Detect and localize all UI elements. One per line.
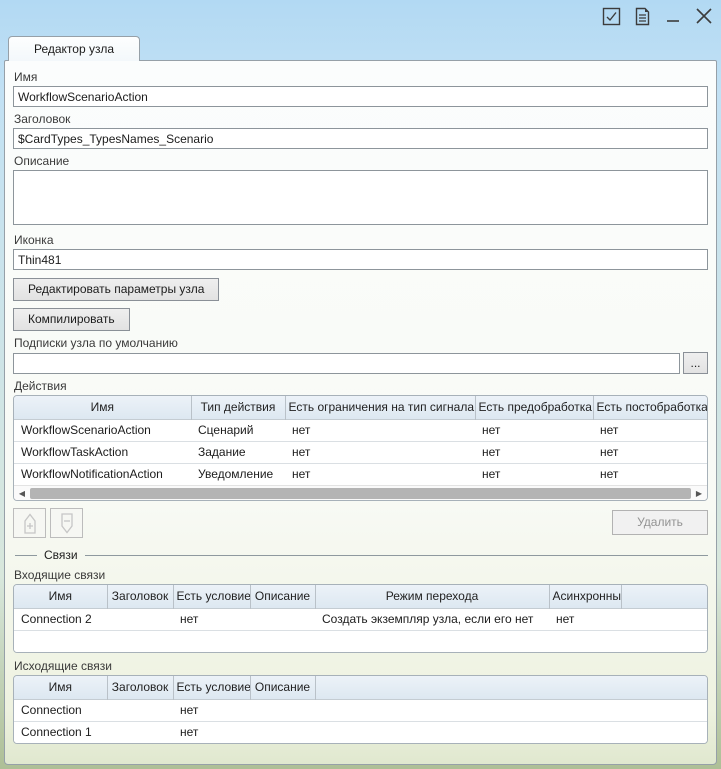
cell[interactable]: Уведомление [191, 463, 285, 485]
icon-label: Иконка [14, 233, 708, 247]
incoming-links-label: Входящие связи [14, 568, 708, 582]
outgoing-header-row[interactable]: Имя Заголовок Есть условие Описание [14, 676, 707, 699]
description-input[interactable] [13, 170, 708, 225]
description-label: Описание [14, 154, 708, 168]
cell[interactable]: Connection [14, 699, 107, 721]
checkbox-icon[interactable] [600, 5, 622, 27]
cell[interactable] [315, 721, 707, 743]
table-row[interactable]: WorkflowNotificationAction Уведомление н… [14, 463, 708, 485]
column-header[interactable]: Режим перехода [315, 585, 549, 608]
cell[interactable] [107, 699, 173, 721]
node-editor-window: Редактор узла Имя Заголовок Описание Ико… [0, 0, 721, 769]
browse-button[interactable]: ... [683, 352, 708, 374]
cell[interactable]: нет [173, 699, 250, 721]
cell[interactable]: Connection 2 [14, 608, 107, 630]
cell[interactable]: нет [285, 419, 475, 441]
column-header[interactable]: Есть предобработка [475, 396, 593, 419]
cell[interactable]: нет [593, 419, 708, 441]
cell[interactable] [107, 608, 173, 630]
table-row[interactable]: Connection 1 нет [14, 721, 707, 743]
column-header[interactable]: Тип действия [191, 396, 285, 419]
divider [85, 555, 708, 556]
cell[interactable]: нет [173, 608, 250, 630]
links-group-label: Связи [37, 548, 85, 562]
scroll-left-icon[interactable]: ◀ [16, 488, 28, 499]
icon-input[interactable] [13, 249, 708, 270]
column-header[interactable]: Есть условие [173, 676, 250, 699]
subscriptions-input[interactable] [13, 353, 680, 374]
cell[interactable]: Connection 1 [14, 721, 107, 743]
table-row[interactable]: WorkflowScenarioAction Сценарий нет нет … [14, 419, 708, 441]
edit-node-params-button[interactable]: Редактировать параметры узла [13, 278, 219, 301]
divider [15, 555, 37, 556]
cell[interactable]: нет [475, 463, 593, 485]
delete-button[interactable]: Удалить [612, 510, 708, 535]
column-header[interactable]: Описание [250, 585, 315, 608]
actions-header-row[interactable]: Имя Тип действия Есть ограничения на тип… [14, 396, 708, 419]
cell[interactable]: нет [593, 441, 708, 463]
scrollbar-thumb[interactable] [30, 488, 691, 499]
cell[interactable] [315, 699, 707, 721]
outgoing-links-label: Исходящие связи [14, 659, 708, 673]
cell[interactable]: Задание [191, 441, 285, 463]
cell[interactable]: нет [549, 608, 621, 630]
actions-label: Действия [14, 379, 708, 393]
close-button[interactable] [693, 5, 715, 27]
shield-minus-button[interactable] [50, 508, 83, 538]
caption-label: Заголовок [14, 112, 708, 126]
column-header[interactable]: Есть постобработка [593, 396, 708, 419]
table-row[interactable]: WorkflowTaskAction Задание нет нет нет [14, 441, 708, 463]
column-header[interactable] [621, 585, 707, 608]
actions-horizontal-scrollbar[interactable]: ◀ ▶ [14, 485, 707, 500]
table-row[interactable]: Connection 2 нет Создать экземпляр узла,… [14, 608, 707, 630]
column-header[interactable]: Имя [14, 585, 107, 608]
incoming-header-row[interactable]: Имя Заголовок Есть условие Описание Режи… [14, 585, 707, 608]
incoming-links-table: Имя Заголовок Есть условие Описание Режи… [13, 584, 708, 653]
cell[interactable] [107, 721, 173, 743]
actions-table: Имя Тип действия Есть ограничения на тип… [13, 395, 708, 501]
column-header[interactable]: Заголовок [107, 676, 173, 699]
minimize-button[interactable] [662, 5, 684, 27]
name-label: Имя [14, 70, 708, 84]
scroll-right-icon[interactable]: ▶ [693, 488, 705, 499]
cell[interactable] [621, 608, 707, 630]
cell[interactable]: нет [285, 441, 475, 463]
cell[interactable]: Создать экземпляр узла, если его нет [315, 608, 549, 630]
cell[interactable]: нет [285, 463, 475, 485]
column-header[interactable]: Заголовок [107, 585, 173, 608]
node-editor-panel: Имя Заголовок Описание Иконка Редактиров… [4, 60, 717, 765]
tab-node-editor[interactable]: Редактор узла [8, 36, 140, 61]
cell[interactable]: WorkflowNotificationAction [14, 463, 191, 485]
titlebar [600, 5, 715, 27]
caption-input[interactable] [13, 128, 708, 149]
shield-minus-icon [59, 513, 75, 534]
outgoing-links-table: Имя Заголовок Есть условие Описание Conn… [13, 675, 708, 744]
cell[interactable]: нет [593, 463, 708, 485]
cell[interactable]: нет [475, 441, 593, 463]
subscriptions-label: Подписки узла по умолчанию [14, 336, 708, 350]
cell[interactable]: нет [173, 721, 250, 743]
column-header[interactable] [315, 676, 707, 699]
shield-plus-icon [22, 513, 38, 534]
column-header[interactable]: Имя [14, 676, 107, 699]
table-row [14, 630, 707, 652]
cell[interactable] [250, 721, 315, 743]
cell[interactable] [250, 699, 315, 721]
cell[interactable]: Сценарий [191, 419, 285, 441]
shield-plus-button[interactable] [13, 508, 46, 538]
document-icon[interactable] [631, 5, 653, 27]
links-group-header: Связи [13, 548, 708, 562]
compile-button[interactable]: Компилировать [13, 308, 130, 331]
name-input[interactable] [13, 86, 708, 107]
column-header[interactable]: Есть условие [173, 585, 250, 608]
cell[interactable] [250, 608, 315, 630]
table-row[interactable]: Connection нет [14, 699, 707, 721]
cell[interactable]: WorkflowScenarioAction [14, 419, 191, 441]
column-header[interactable]: Асинхронный [549, 585, 621, 608]
cell[interactable]: WorkflowTaskAction [14, 441, 191, 463]
column-header[interactable]: Есть ограничения на тип сигнала [285, 396, 475, 419]
column-header[interactable]: Описание [250, 676, 315, 699]
cell[interactable]: нет [475, 419, 593, 441]
column-header[interactable]: Имя [14, 396, 191, 419]
